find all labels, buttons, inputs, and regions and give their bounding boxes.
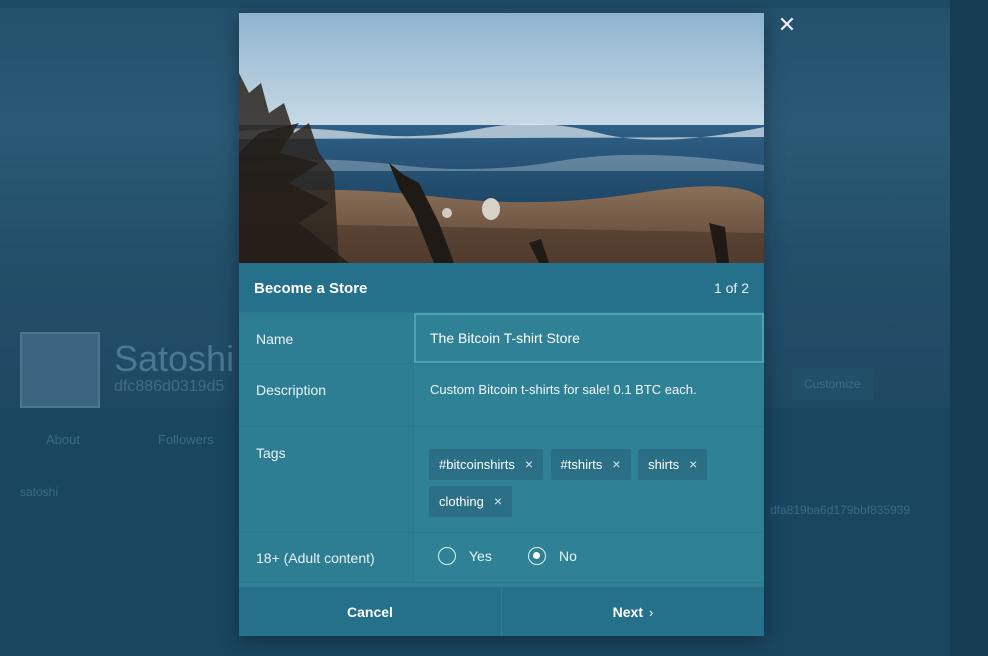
radio-no[interactable]: No bbox=[528, 547, 577, 565]
modal-header: Become a Store 1 of 2 bbox=[239, 263, 764, 313]
name-row: Name bbox=[239, 313, 764, 364]
next-button[interactable]: Next › bbox=[502, 587, 764, 636]
hero-image bbox=[239, 13, 764, 263]
step-indicator: 1 of 2 bbox=[713, 280, 749, 296]
close-icon[interactable]: ✕ bbox=[776, 14, 798, 36]
tags-field[interactable]: #bitcoinshirts × #tshirts × shirts × clothi… bbox=[414, 427, 764, 532]
modal-footer: Cancel Next › bbox=[239, 586, 764, 636]
description-text: Custom Bitcoin t-shirts for sale! 0.1 BT… bbox=[430, 382, 697, 397]
background-profile-name: Satoshi bbox=[114, 338, 235, 379]
tags-row: Tags #bitcoinshirts × #tshirts × shirts × c… bbox=[239, 427, 764, 533]
background-side-text: satoshi bbox=[20, 485, 59, 499]
modal-title: Become a Store bbox=[254, 280, 368, 297]
adult-content-label: 18+ (Adult content) bbox=[256, 550, 375, 566]
tag-list: #bitcoinshirts × #tshirts × shirts × clothi… bbox=[429, 449, 749, 523]
background-guid-fragment: dfa819ba6d179bbf835939 bbox=[770, 503, 911, 517]
tag-remove-icon[interactable]: × bbox=[525, 449, 533, 480]
tag-chip: #bitcoinshirts × bbox=[429, 449, 544, 480]
tag-chip: shirts × bbox=[638, 449, 708, 480]
tag-chip: #tshirts × bbox=[550, 449, 631, 480]
cancel-button[interactable]: Cancel bbox=[239, 587, 501, 636]
radio-yes[interactable]: Yes bbox=[438, 547, 492, 565]
store-name-field[interactable] bbox=[414, 313, 764, 363]
tag-remove-icon[interactable]: × bbox=[494, 486, 502, 517]
description-field[interactable]: Custom Bitcoin t-shirts for sale! 0.1 BT… bbox=[414, 364, 764, 426]
background-tab-about: About bbox=[46, 432, 80, 447]
background-avatar bbox=[20, 332, 100, 408]
background-profile-guid: dfc886d0319d5 bbox=[114, 378, 225, 395]
radio-unchecked-icon bbox=[438, 547, 456, 565]
description-label: Description bbox=[256, 382, 327, 398]
background-customize-button: Customize bbox=[792, 368, 873, 400]
tag-chip: clothing × bbox=[429, 486, 512, 517]
description-row: Description Custom Bitcoin t-shirts for … bbox=[239, 364, 764, 427]
become-store-modal: Become a Store 1 of 2 Name Description C… bbox=[239, 13, 764, 636]
name-label: Name bbox=[256, 331, 294, 347]
chevron-right-icon: › bbox=[649, 605, 654, 620]
radio-checked-icon bbox=[528, 547, 546, 565]
background-sidebar bbox=[950, 0, 988, 656]
tags-label: Tags bbox=[256, 445, 286, 461]
adult-content-row: 18+ (Adult content) Yes No bbox=[239, 533, 764, 583]
tag-remove-icon[interactable]: × bbox=[689, 449, 697, 480]
tag-remove-icon[interactable]: × bbox=[612, 449, 620, 480]
background-tab-followers: Followers bbox=[158, 432, 214, 447]
